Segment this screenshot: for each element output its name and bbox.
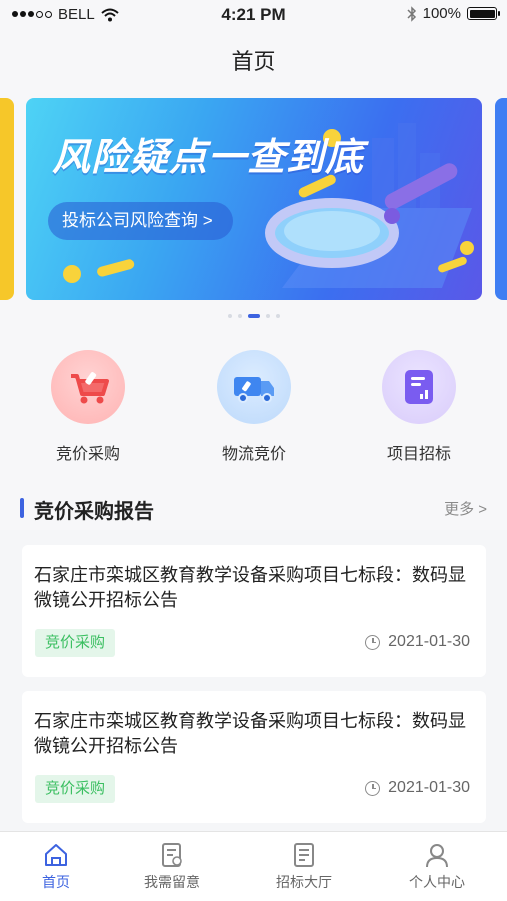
banner-prev-card[interactable] xyxy=(0,98,14,300)
section-title: 竞价采购报告 xyxy=(34,501,154,523)
report-tag: 竞价采购 xyxy=(35,775,116,803)
banner-carousel[interactable]: 风险疑点一查到底 投标公司风险查询 > xyxy=(0,90,507,330)
pager-dot[interactable] xyxy=(265,314,270,318)
notice-icon xyxy=(162,843,182,867)
tab-notice[interactable]: 我需留意 xyxy=(122,842,222,892)
category-label: 物流竞价 xyxy=(221,446,286,463)
risk-query-button[interactable]: 投标公司风险查询 > xyxy=(48,202,233,240)
category-bidding-purchase[interactable]: 竞价采购 xyxy=(28,350,148,464)
category-project-tender[interactable]: 项目招标 xyxy=(359,350,479,464)
report-card[interactable]: 石家庄市栾城区教育教学设备采购项目七标段：数码显微镜公开招标公告 竞价采购 20… xyxy=(22,691,486,823)
report-date: 2021-01-30 xyxy=(365,779,470,797)
clock-icon xyxy=(365,634,381,650)
report-date: 2021-01-30 xyxy=(365,633,470,651)
tab-label: 招标大厅 xyxy=(276,874,332,890)
battery-icon xyxy=(467,7,500,20)
user-icon xyxy=(426,844,448,868)
nav-header: 首页 xyxy=(0,30,507,90)
page-title: 首页 xyxy=(231,49,276,74)
coin-decoration xyxy=(63,259,135,283)
battery-percent: 100% xyxy=(422,5,461,22)
banner-pager[interactable] xyxy=(0,314,507,318)
tab-label: 首页 xyxy=(42,874,70,890)
category-logistics-bidding[interactable]: 物流竞价 xyxy=(194,350,314,464)
banner-title: 风险疑点一查到底 xyxy=(52,137,365,179)
bottom-tab-bar: 首页 我需留意 招标大厅 个人中心 xyxy=(0,831,507,901)
report-title: 石家庄市栾城区教育教学设备采购项目七标段：数码显微镜公开招标公告 xyxy=(34,565,466,610)
category-grid: 竞价采购 物流竞价 项目招标 xyxy=(0,330,507,480)
tab-label: 个人中心 xyxy=(409,874,465,890)
status-bar: BELL 4:21 PM 100% xyxy=(0,0,507,30)
document-chart-icon xyxy=(382,350,456,424)
section-accent-bar xyxy=(20,498,24,518)
report-card[interactable]: 石家庄市栾城区教育教学设备采购项目七标段：数码显微镜公开招标公告 竞价采购 20… xyxy=(22,545,486,677)
report-date-text: 2021-01-30 xyxy=(388,633,470,650)
tab-home[interactable]: 首页 xyxy=(6,842,106,892)
pager-dot[interactable] xyxy=(237,314,242,318)
pager-dot[interactable] xyxy=(275,314,280,318)
tab-bidding-hall[interactable]: 招标大厅 xyxy=(254,842,354,892)
pager-dot[interactable] xyxy=(227,314,232,318)
clock-icon xyxy=(365,780,381,796)
report-date-text: 2021-01-30 xyxy=(388,779,470,796)
tab-label: 我需留意 xyxy=(144,874,200,890)
banner-next-card[interactable] xyxy=(495,98,507,300)
bluetooth-icon xyxy=(407,5,416,22)
shopping-cart-icon xyxy=(51,350,125,424)
report-title: 石家庄市栾城区教育教学设备采购项目七标段：数码显微镜公开招标公告 xyxy=(34,711,466,756)
home-icon xyxy=(45,844,67,866)
section-header: 竞价采购报告 更多 > xyxy=(0,480,507,530)
bidding-hall-icon xyxy=(294,843,314,867)
banner-slide[interactable]: 风险疑点一查到底 投标公司风险查询 > xyxy=(26,98,482,300)
category-label: 项目招标 xyxy=(386,446,451,463)
report-tag: 竞价采购 xyxy=(35,629,116,657)
pager-dot-active[interactable] xyxy=(247,314,260,318)
category-label: 竞价采购 xyxy=(55,446,120,463)
tab-profile[interactable]: 个人中心 xyxy=(387,842,487,892)
more-link[interactable]: 更多 > xyxy=(444,498,487,519)
truck-icon xyxy=(217,350,291,424)
